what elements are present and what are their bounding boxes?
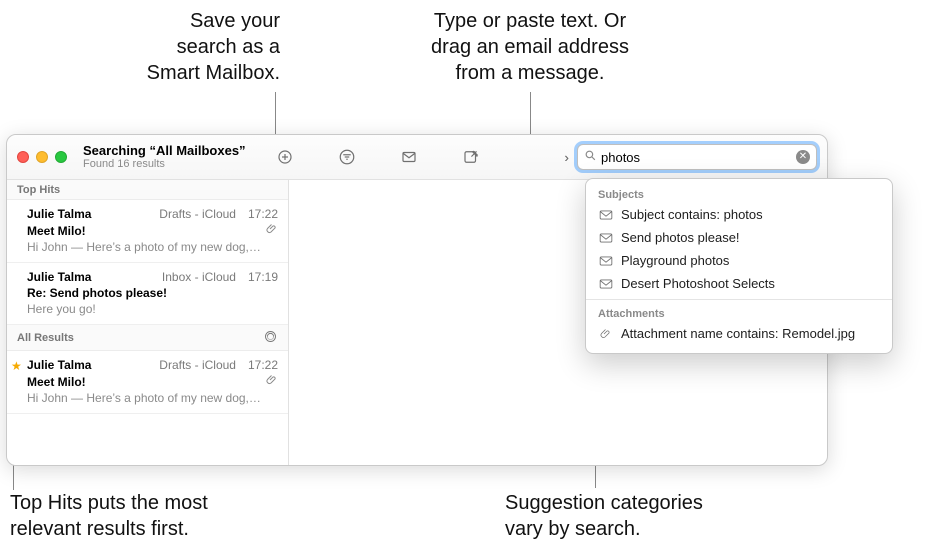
zoom-window-button[interactable] xyxy=(55,151,67,163)
callout-smart-mailbox: Save your search as a Smart Mailbox. xyxy=(70,8,280,86)
message-preview: Hi John — Here’s a photo of my new dog,… xyxy=(27,391,278,405)
window-title-block: Searching “All Mailboxes” Found 16 resul… xyxy=(83,144,263,170)
window-subtitle: Found 16 results xyxy=(83,158,263,170)
message-sender: Julie Talma xyxy=(27,358,91,372)
message-subject: Meet Milo! xyxy=(27,224,86,238)
message-subject: Meet Milo! xyxy=(27,375,86,389)
filter-button[interactable] xyxy=(333,145,361,169)
message-sender: Julie Talma xyxy=(27,270,91,284)
mail-window: Searching “All Mailboxes” Found 16 resul… xyxy=(6,134,828,466)
paperclip-icon xyxy=(266,223,278,238)
suggestion-text: Send photos please! xyxy=(621,230,740,245)
suggestion-text: Subject contains: photos xyxy=(621,207,763,222)
message-sender: Julie Talma xyxy=(27,207,91,221)
section-all-results: All Results xyxy=(7,325,288,351)
clear-search-button[interactable]: ✕ xyxy=(796,150,810,164)
suggestions-subjects-heading: Subjects xyxy=(586,185,892,203)
envelope-icon xyxy=(598,255,613,267)
traffic-lights xyxy=(17,151,67,163)
suggestion-item[interactable]: Attachment name contains: Remodel.jpg xyxy=(586,322,892,345)
search-suggestions-popover: Subjects Subject contains: photos Send p… xyxy=(585,178,893,354)
message-preview: Here you go! xyxy=(27,302,278,316)
window-title: Searching “All Mailboxes” xyxy=(83,144,263,158)
save-smart-mailbox-button[interactable] xyxy=(271,145,299,169)
toolbar-overflow-icon[interactable]: ›› xyxy=(564,150,565,165)
callout-suggestion-categories: Suggestion categories vary by search. xyxy=(505,490,785,542)
compose-icon xyxy=(461,148,481,166)
message-row[interactable]: ★ Julie Talma Drafts - iCloud 17:22 Meet… xyxy=(7,351,288,414)
envelope-icon xyxy=(598,278,613,290)
message-list-pane: Top Hits Julie Talma Drafts - iCloud 17:… xyxy=(7,180,289,465)
divider xyxy=(586,299,892,300)
starred-icon: ★ xyxy=(11,359,22,373)
plus-circle-icon xyxy=(275,148,295,166)
sort-icon[interactable] xyxy=(263,329,278,347)
section-top-hits: Top Hits xyxy=(7,180,288,200)
search-icon xyxy=(584,149,597,165)
section-label: Top Hits xyxy=(17,184,60,196)
callout-search-hint: Type or paste text. Or drag an email add… xyxy=(380,8,680,86)
toolbar: Searching “All Mailboxes” Found 16 resul… xyxy=(7,135,827,180)
message-preview: Hi John — Here’s a photo of my new dog,… xyxy=(27,240,278,254)
suggestion-text: Playground photos xyxy=(621,253,729,268)
message-location: Drafts - iCloud xyxy=(97,207,235,221)
callout-line xyxy=(530,92,531,138)
minimize-window-button[interactable] xyxy=(36,151,48,163)
suggestion-item[interactable]: Send photos please! xyxy=(586,226,892,249)
message-location: Drafts - iCloud xyxy=(97,358,235,372)
search-input[interactable] xyxy=(601,150,796,165)
message-time: 17:22 xyxy=(248,358,278,372)
message-time: 17:22 xyxy=(248,207,278,221)
filter-lines-icon xyxy=(337,148,357,166)
message-row[interactable]: Julie Talma Inbox - iCloud 17:19 Re: Sen… xyxy=(7,263,288,325)
paperclip-icon xyxy=(598,328,613,340)
message-row[interactable]: Julie Talma Drafts - iCloud 17:22 Meet M… xyxy=(7,200,288,263)
section-label: All Results xyxy=(17,332,74,344)
envelope-icon xyxy=(399,148,419,166)
message-time: 17:19 xyxy=(248,270,278,284)
suggestion-text: Desert Photoshoot Selects xyxy=(621,276,775,291)
suggestion-text: Attachment name contains: Remodel.jpg xyxy=(621,326,855,341)
suggestion-item[interactable]: Playground photos xyxy=(586,249,892,272)
compose-button[interactable] xyxy=(457,145,485,169)
search-field-wrap[interactable]: ✕ xyxy=(577,144,817,170)
message-subject: Re: Send photos please! xyxy=(27,286,167,300)
callout-top-hits: Top Hits puts the most relevant results … xyxy=(10,490,270,542)
suggestion-item[interactable]: Subject contains: photos xyxy=(586,203,892,226)
suggestion-item[interactable]: Desert Photoshoot Selects xyxy=(586,272,892,295)
paperclip-icon xyxy=(266,374,278,389)
message-location: Inbox - iCloud xyxy=(97,270,235,284)
envelope-icon xyxy=(598,232,613,244)
suggestions-attachments-heading: Attachments xyxy=(586,304,892,322)
envelope-icon xyxy=(598,209,613,221)
archive-button[interactable] xyxy=(395,145,423,169)
close-window-button[interactable] xyxy=(17,151,29,163)
